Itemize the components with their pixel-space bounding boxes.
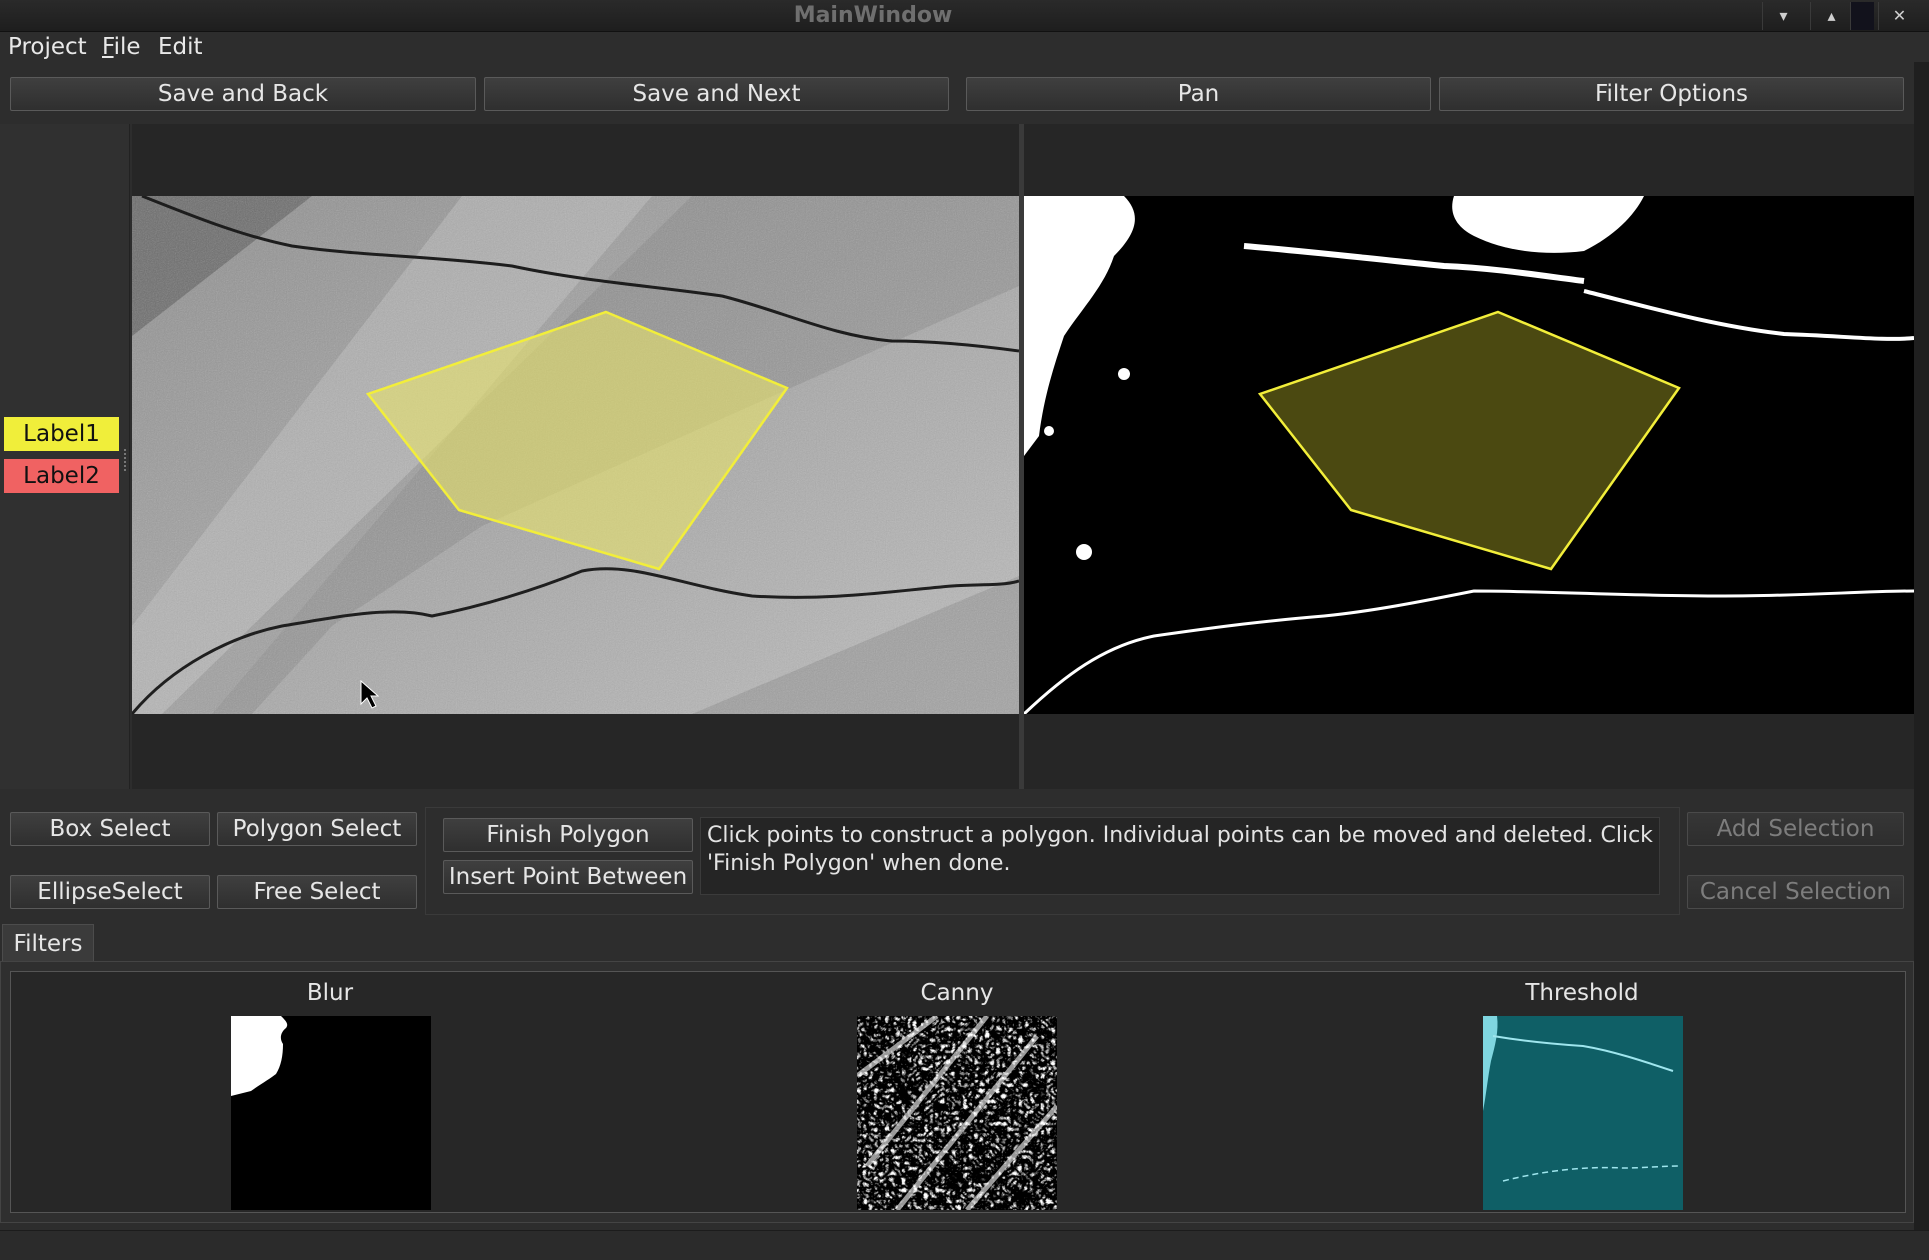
pan-button[interactable]: Pan [966, 77, 1431, 111]
window-title: MainWindow [793, 3, 953, 28]
menu-file[interactable]: File [102, 32, 141, 62]
polygon-help-text: Click points to construct a polygon. Ind… [700, 817, 1660, 895]
box-select-button[interactable]: Box Select [10, 812, 210, 846]
filter-title-canny: Canny [920, 980, 994, 1006]
threshold-thumbnail-image [1483, 1016, 1683, 1210]
label-item-label2[interactable]: Label2 [4, 459, 119, 493]
filter-title-blur: Blur [306, 980, 354, 1006]
polygon-select-button[interactable]: Polygon Select [217, 812, 417, 846]
title-bar[interactable]: MainWindow ▾ ▴ ✕ [0, 0, 1929, 32]
filter-options-button[interactable]: Filter Options [1439, 77, 1904, 111]
menu-file-rest: ile [113, 34, 141, 60]
filter-title-threshold: Threshold [1525, 980, 1639, 1006]
close-icon[interactable]: ✕ [1878, 2, 1920, 30]
label-item-label1[interactable]: Label1 [4, 417, 119, 451]
menu-file-mnemonic: F [102, 34, 114, 60]
insert-point-between-button[interactable]: Insert Point Between [443, 860, 693, 894]
main-window: MainWindow ▾ ▴ ✕ Project File Edit Save … [0, 0, 1929, 1260]
filter-thumbnail-canny[interactable] [857, 1016, 1057, 1210]
maximize-icon[interactable]: ▴ [1810, 2, 1852, 30]
cancel-selection-button[interactable]: Cancel Selection [1687, 875, 1904, 909]
shade-icon[interactable] [1850, 2, 1874, 30]
finish-polygon-button[interactable]: Finish Polygon [443, 818, 693, 852]
original-image[interactable] [132, 196, 1019, 714]
filtered-image[interactable] [1024, 196, 1914, 714]
canny-preview-image [857, 1016, 1057, 1210]
original-image-view[interactable] [132, 124, 1019, 789]
filter-thumbnail-blur[interactable] [231, 1016, 431, 1210]
menu-bar [0, 32, 1929, 62]
horizontal-splitter[interactable] [0, 789, 1929, 795]
filtered-image-view[interactable] [1024, 124, 1914, 789]
minimize-icon[interactable]: ▾ [1762, 2, 1804, 30]
save-and-back-button[interactable]: Save and Back [10, 77, 476, 111]
panel-splitter-handle[interactable] [124, 449, 127, 471]
background-window-edge [1914, 62, 1929, 1260]
labels-panel [0, 124, 130, 789]
tab-filters[interactable]: Filters [2, 924, 94, 962]
filter-thumbnail-threshold[interactable] [1483, 1016, 1683, 1210]
status-bar [0, 1230, 1929, 1260]
menu-edit[interactable]: Edit [158, 32, 203, 62]
free-select-button[interactable]: Free Select [217, 875, 417, 909]
save-and-next-button[interactable]: Save and Next [484, 77, 949, 111]
add-selection-button[interactable]: Add Selection [1687, 812, 1904, 846]
blur-preview-image [231, 1016, 431, 1210]
concrete-image [132, 196, 1019, 714]
ellipse-select-button[interactable]: EllipseSelect [10, 875, 210, 909]
menu-project[interactable]: Project [8, 32, 87, 62]
threshold-preview-image [1024, 196, 1914, 714]
